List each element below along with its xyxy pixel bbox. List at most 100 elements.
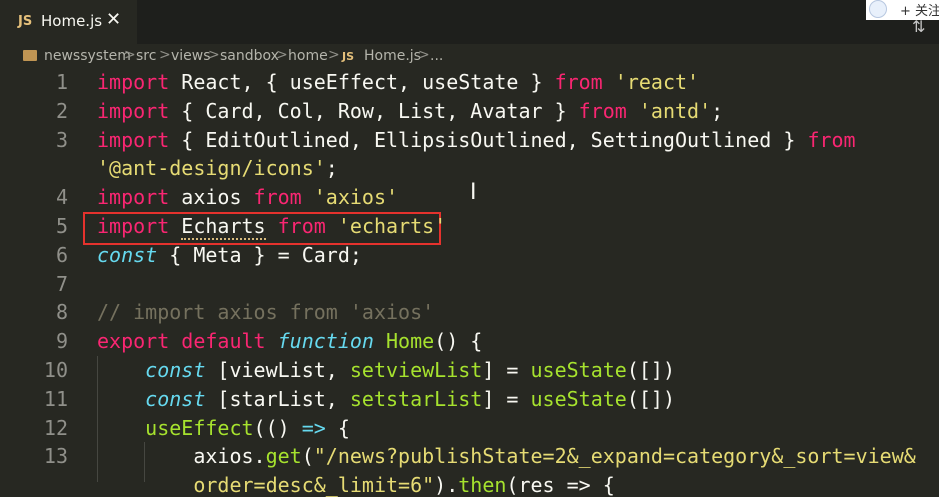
code-token: const [97,242,158,267]
tab-home-js[interactable]: JS Home.js ✕ [0,0,137,44]
breadcrumb: newssystem > src > views > sandbox > hom… [0,44,939,70]
code-token: => [301,415,326,440]
line-number: 5 [55,214,68,238]
line-number: 6 [55,242,68,267]
breadcrumb-item[interactable]: ... [430,48,443,64]
code-token: ( [301,444,314,469]
code-token: ; [325,156,338,181]
code-line: const { Meta } = Card; [97,243,362,267]
code-token: function [277,329,374,354]
tab-label: Home.js [41,12,103,30]
line-number: 2 [55,98,68,123]
code-token: order=desc&_limit=6" [193,473,435,497]
folder-icon [23,50,37,61]
code-token: ([]) [626,386,676,411]
code-token: then [458,473,507,497]
code-token: // import axios from 'axios' [97,300,435,325]
javascript-file-icon: JS [342,50,355,63]
code-token: import [97,70,170,94]
code-token: Home [386,329,435,354]
breadcrumb-item[interactable]: newssystem [44,48,131,64]
code-line: import axios from 'axios' [97,185,398,209]
code-token: React, { useEffect, useState } [169,70,555,94]
code-line: import React, { useEffect, useState } fr… [97,70,699,94]
line-number: 1 [55,70,68,94]
line-number: 11 [43,386,68,411]
code-token: 'echarts' [337,214,447,238]
code-token: useState [530,358,627,382]
code-token: from [253,185,302,210]
breadcrumb-item[interactable]: src [136,48,156,64]
chevron-right-icon: > [328,47,340,63]
code-line: axios.get("/news?publishState=2&_expand=… [97,444,915,469]
line-number: 3 [55,127,68,152]
code-line: import { Card, Col, Row, List, Avatar } … [97,99,723,123]
code-token: (() [253,415,302,440]
code-line: import Echarts from 'echarts' [97,214,447,240]
code-token: '@ant-design/icons' [97,156,326,181]
code-token: axios. [97,444,266,469]
code-token: 'axios' [313,185,399,210]
code-token: from [807,127,856,152]
code-line: const [starList, setstarList] = useState… [97,387,675,411]
breadcrumb-item[interactable]: views [171,48,211,64]
code-token: get [265,444,302,469]
text-cursor-icon: I [470,180,477,205]
code-token: { Meta } = Card; [157,242,362,267]
code-token: useEffect [145,415,254,440]
code-token: import [97,185,170,210]
compare-changes-icon[interactable]: ⇅ [912,17,925,36]
close-icon[interactable]: ✕ [106,9,121,30]
code-line: export default function Home() { [97,329,482,353]
breadcrumb-item[interactable]: Home.js [364,48,421,64]
line-number: 7 [55,271,68,296]
code-token: 'react' [614,70,700,94]
chevron-right-icon: > [276,47,288,63]
code-token: from [277,214,326,238]
code-token: (res => { [506,473,615,497]
code-line: order=desc&_limit=6").then(res => { [97,473,615,497]
breadcrumb-item[interactable]: home [288,48,328,64]
code-token: import [97,98,170,123]
code-editor[interactable]: I 1 import React, { useEffect, useState }… [0,70,939,497]
code-token: ([]) [626,358,676,382]
code-line: useEffect(() => { [97,416,350,440]
line-number: 8 [55,300,68,325]
chevron-right-icon: > [208,47,220,63]
code-token: Echarts [181,214,266,240]
chevron-right-icon: > [159,47,171,63]
chevron-right-icon: > [418,47,430,63]
code-token: { [325,415,350,440]
avatar [869,0,887,18]
code-token: ] = [482,358,531,382]
code-token: { EditOutlined, EllipsisOutlined, Settin… [169,127,808,152]
code-token: setstarList [349,386,483,411]
code-token: [starList, [205,386,350,411]
breadcrumb-item[interactable]: sandbox [220,48,279,64]
account-follow[interactable]: + 关注 [866,0,939,20]
code-line: // import axios from 'axios' [97,300,434,324]
code-token: [viewList, [205,358,350,382]
code-line: const [viewList, setviewList] = useState… [97,358,675,382]
code-line: '@ant-design/icons'; [97,156,338,180]
code-token: export [97,329,170,354]
code-token: from [554,70,603,94]
code-token: const [145,358,206,382]
code-token: import [97,214,170,238]
code-token: setviewList [349,358,483,382]
code-token: () { [434,329,483,354]
javascript-file-icon: JS [18,14,33,29]
